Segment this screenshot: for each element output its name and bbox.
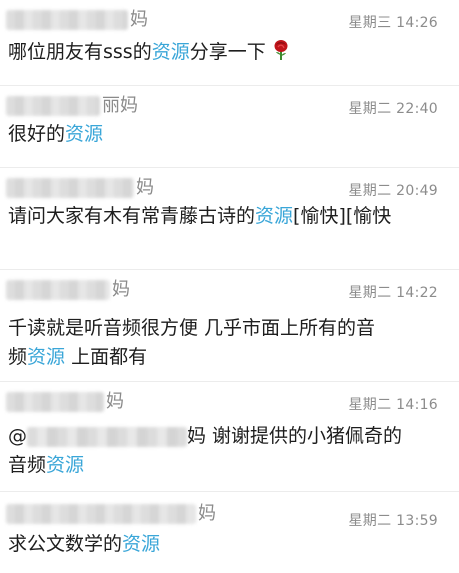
message-text: 千读就是听音频很方便 几乎市面上所有的音 频资源 上面都有 <box>8 314 443 372</box>
resource-link[interactable]: 资源 <box>27 346 65 368</box>
resource-link[interactable]: 资源 <box>152 41 190 63</box>
blurred-name <box>6 96 100 116</box>
message-text: 哪位朋友有sss的资源分享一下 <box>8 38 443 67</box>
message-text: 求公文数学的资源 <box>8 530 443 559</box>
mention-tail: 妈 谢谢提供的小猪佩奇的 <box>187 425 403 447</box>
message-text-pre: 求公文数学的 <box>8 533 123 555</box>
sender-name-suffix: 妈 <box>112 279 130 300</box>
message-text-pre: 音频 <box>8 454 47 476</box>
sender-name-suffix: 妈 <box>130 9 148 30</box>
sender-name: 妈 <box>6 8 148 32</box>
timestamp: 星期三 14:26 <box>348 15 438 31</box>
message-text-post: 上面都有 <box>65 346 148 368</box>
list-item[interactable]: 妈 星期三 14:26 哪位朋友有sss的资源分享一下 <box>0 0 459 86</box>
timestamp: 星期二 20:49 <box>348 183 438 199</box>
blurred-name <box>6 504 196 524</box>
blurred-name <box>6 178 134 198</box>
message-text-line1: @ 妈 谢谢提供的小猪佩奇的 <box>8 422 443 451</box>
blurred-mention <box>27 426 187 447</box>
blurred-name <box>6 280 110 300</box>
timestamp: 星期二 13:59 <box>348 513 438 529</box>
sender-name: 妈 <box>6 390 124 414</box>
rose-icon <box>274 40 288 60</box>
message-text-line2: 音频资源 <box>8 451 443 480</box>
resource-link[interactable]: 资源 <box>255 205 293 227</box>
mention-at: @ <box>8 425 27 447</box>
blurred-name <box>6 10 128 30</box>
message-text-line2: 频资源 上面都有 <box>8 343 443 372</box>
message-text-pre: 很好的 <box>8 123 66 145</box>
sender-name-suffix: 妈 <box>106 391 124 412</box>
timestamp: 星期二 22:40 <box>348 101 438 117</box>
blurred-name <box>6 392 104 412</box>
list-item[interactable]: 妈 星期二 14:16 @ 妈 谢谢提供的小猪佩奇的 音频资源 <box>0 382 459 492</box>
message-text-line1: 千读就是听音频很方便 几乎市面上所有的音 <box>8 317 376 339</box>
list-item[interactable]: 妈 星期二 14:22 千读就是听音频很方便 几乎市面上所有的音 频资源 上面都… <box>0 270 459 382</box>
sender-name-suffix: 妈 <box>198 503 216 524</box>
sender-name: 妈 <box>6 502 216 526</box>
timestamp: 星期二 14:22 <box>348 285 438 301</box>
sender-name: 丽妈 <box>6 94 138 118</box>
sender-name: 妈 <box>6 176 154 200</box>
list-item[interactable]: 妈 星期二 20:49 请问大家有木有常青藤古诗的资源[愉快][愉快 <box>0 168 459 270</box>
message-text-pre: 哪位朋友有sss的 <box>8 41 152 63</box>
resource-link[interactable]: 资源 <box>122 533 160 555</box>
message-text: @ 妈 谢谢提供的小猪佩奇的 音频资源 <box>8 422 443 480</box>
list-item[interactable]: 妈 星期二 13:59 求公文数学的资源 <box>0 492 459 573</box>
message-feed: 妈 星期三 14:26 哪位朋友有sss的资源分享一下 丽妈 星期二 22:40… <box>0 0 459 573</box>
resource-link[interactable]: 资源 <box>65 123 103 145</box>
resource-link[interactable]: 资源 <box>46 454 84 476</box>
list-item[interactable]: 丽妈 星期二 22:40 很好的资源 <box>0 86 459 168</box>
timestamp: 星期二 14:16 <box>348 397 438 413</box>
message-text-pre: 频 <box>8 346 28 368</box>
sender-name-suffix: 妈 <box>136 177 154 198</box>
message-text-pre: 请问大家有木有常青藤古诗的 <box>8 205 256 227</box>
sender-name-suffix: 丽妈 <box>102 95 138 116</box>
sender-name: 妈 <box>6 278 130 302</box>
message-text: 请问大家有木有常青藤古诗的资源[愉快][愉快 <box>8 202 451 231</box>
message-text-post: [愉快][愉快 <box>293 205 392 227</box>
message-text: 很好的资源 <box>8 120 443 149</box>
message-text-post: 分享一下 <box>189 41 266 63</box>
